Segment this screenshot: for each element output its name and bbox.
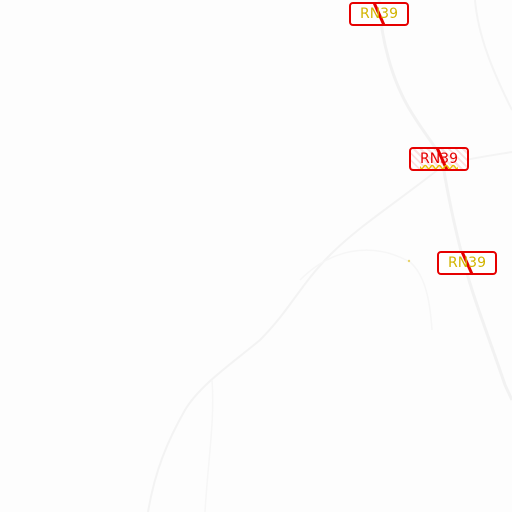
road-shield-label: RN39 [447, 255, 486, 271]
road-branch-sw [147, 167, 441, 512]
road-shield-rn39-top[interactable]: RN39 [349, 2, 409, 26]
road-minor-track [299, 249, 433, 331]
road-shield-label: RN39 [359, 6, 398, 22]
road-shield-rn39-south[interactable]: RN39 [437, 251, 497, 275]
road-shield-label: RN39 [419, 151, 458, 167]
map-canvas[interactable]: RN39 RN39 RN39 [0, 0, 512, 512]
road-minor-south [204, 379, 214, 512]
road-shield-rn39-junction[interactable]: RN39 [409, 147, 469, 171]
road-branch-ne [474, 0, 512, 111]
road-branch-east [465, 151, 512, 161]
map-point [407, 259, 411, 263]
road-network [147, 0, 512, 512]
